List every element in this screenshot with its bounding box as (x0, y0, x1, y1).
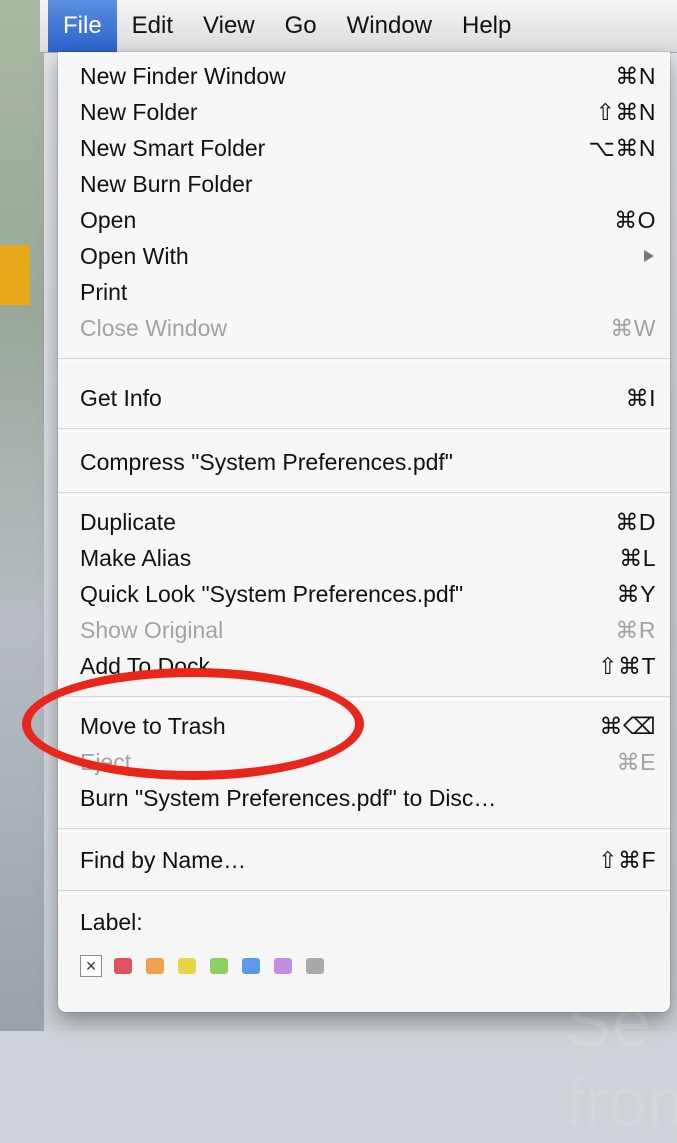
menu-edit[interactable]: Edit (117, 0, 188, 52)
menu-item-make-alias[interactable]: Make Alias ⌘L (80, 540, 656, 576)
menu-item-show-original: Show Original ⌘R (80, 612, 656, 648)
menu-item-shortcut: ⇧⌘N (595, 99, 656, 125)
menu-item-shortcut: ⌘I (625, 385, 656, 411)
menu-separator (58, 492, 670, 496)
menu-item-label: New Finder Window (80, 63, 286, 89)
menu-item-shortcut: ⌘L (619, 545, 656, 571)
menu-item-open-with[interactable]: Open With (80, 238, 656, 274)
menu-item-get-info[interactable]: Get Info ⌘I (80, 380, 656, 416)
label-clear-button[interactable]: × (80, 955, 102, 977)
menu-item-new-finder-window[interactable]: New Finder Window ⌘N (80, 58, 656, 94)
menu-window[interactable]: Window (332, 0, 447, 52)
file-menu-dropdown: New Finder Window ⌘N New Folder ⇧⌘N New … (58, 52, 670, 1012)
menu-item-new-burn-folder[interactable]: New Burn Folder (80, 166, 656, 202)
menu-item-label: Open (80, 207, 137, 233)
red-annotation-ellipse (22, 668, 364, 780)
menu-item-close-window: Close Window ⌘W (80, 310, 656, 346)
menu-separator (58, 428, 670, 432)
label-green-swatch[interactable] (210, 958, 228, 974)
menu-item-shortcut: ⌘E (616, 749, 656, 775)
menu-item-shortcut: ⌘W (610, 315, 656, 341)
menu-go[interactable]: Go (270, 0, 332, 52)
label-heading-text: Label: (80, 909, 143, 935)
menu-item-shortcut: ⌥⌘N (588, 135, 656, 161)
menu-item-burn-to-disc[interactable]: Burn "System Preferences.pdf" to Disc… (80, 780, 656, 816)
menu-item-new-folder[interactable]: New Folder ⇧⌘N (80, 94, 656, 130)
menu-item-label: Open With (80, 243, 189, 269)
desktop-strip (0, 0, 44, 1031)
menu-item-label: Burn "System Preferences.pdf" to Disc… (80, 785, 497, 811)
submenu-arrow-icon (644, 250, 654, 262)
menu-item-new-smart-folder[interactable]: New Smart Folder ⌥⌘N (80, 130, 656, 166)
label-gray-swatch[interactable] (306, 958, 324, 974)
label-purple-swatch[interactable] (274, 958, 292, 974)
label-blue-swatch[interactable] (242, 958, 260, 974)
menu-item-find-by-name[interactable]: Find by Name… ⇧⌘F (80, 842, 656, 878)
menu-item-label: Print (80, 279, 128, 305)
label-red-swatch[interactable] (114, 958, 132, 974)
menu-item-label: Close Window (80, 315, 227, 341)
menu-item-shortcut: ⇧⌘F (598, 847, 656, 873)
menu-item-label: Compress "System Preferences.pdf" (80, 449, 453, 475)
menu-item-label: Quick Look "System Preferences.pdf" (80, 581, 464, 607)
background-folder-tab (0, 245, 30, 305)
menu-file[interactable]: File (48, 0, 117, 52)
menu-item-shortcut: ⌘D (615, 509, 656, 535)
menu-separator (58, 828, 670, 832)
menu-item-label: Get Info (80, 385, 162, 411)
menu-item-shortcut: ⌘Y (616, 581, 656, 607)
menu-view[interactable]: View (188, 0, 270, 52)
menu-item-label: New Burn Folder (80, 171, 253, 197)
menu-item-quick-look[interactable]: Quick Look "System Preferences.pdf" ⌘Y (80, 576, 656, 612)
menu-item-print[interactable]: Print (80, 274, 656, 310)
menu-item-open[interactable]: Open ⌘O (80, 202, 656, 238)
menu-item-shortcut: ⌘O (614, 207, 656, 233)
background-text-line-3: from (565, 1063, 677, 1141)
menu-item-label: Find by Name… (80, 847, 247, 873)
menu-item-label: Duplicate (80, 509, 176, 535)
label-color-row: × (80, 952, 338, 980)
menu-item-shortcut: ⌘⌫ (599, 713, 656, 739)
label-orange-swatch[interactable] (146, 958, 164, 974)
menu-item-shortcut: ⌘N (615, 63, 656, 89)
menu-item-label: Show Original (80, 617, 224, 643)
menu-help[interactable]: Help (447, 0, 526, 52)
label-yellow-swatch[interactable] (178, 958, 196, 974)
menu-bar: File Edit View Go Window Help (40, 0, 677, 53)
menu-item-label: New Folder (80, 99, 198, 125)
menu-item-compress[interactable]: Compress "System Preferences.pdf" (80, 444, 656, 480)
menu-item-label: New Smart Folder (80, 135, 266, 161)
menu-item-duplicate[interactable]: Duplicate ⌘D (80, 504, 656, 540)
menu-item-shortcut: ⇧⌘T (598, 653, 656, 679)
menu-label-heading: Label: (80, 904, 656, 940)
menu-item-label: Make Alias (80, 545, 192, 571)
menu-item-shortcut: ⌘R (615, 617, 656, 643)
menu-separator (58, 890, 670, 894)
menu-separator (58, 358, 670, 362)
